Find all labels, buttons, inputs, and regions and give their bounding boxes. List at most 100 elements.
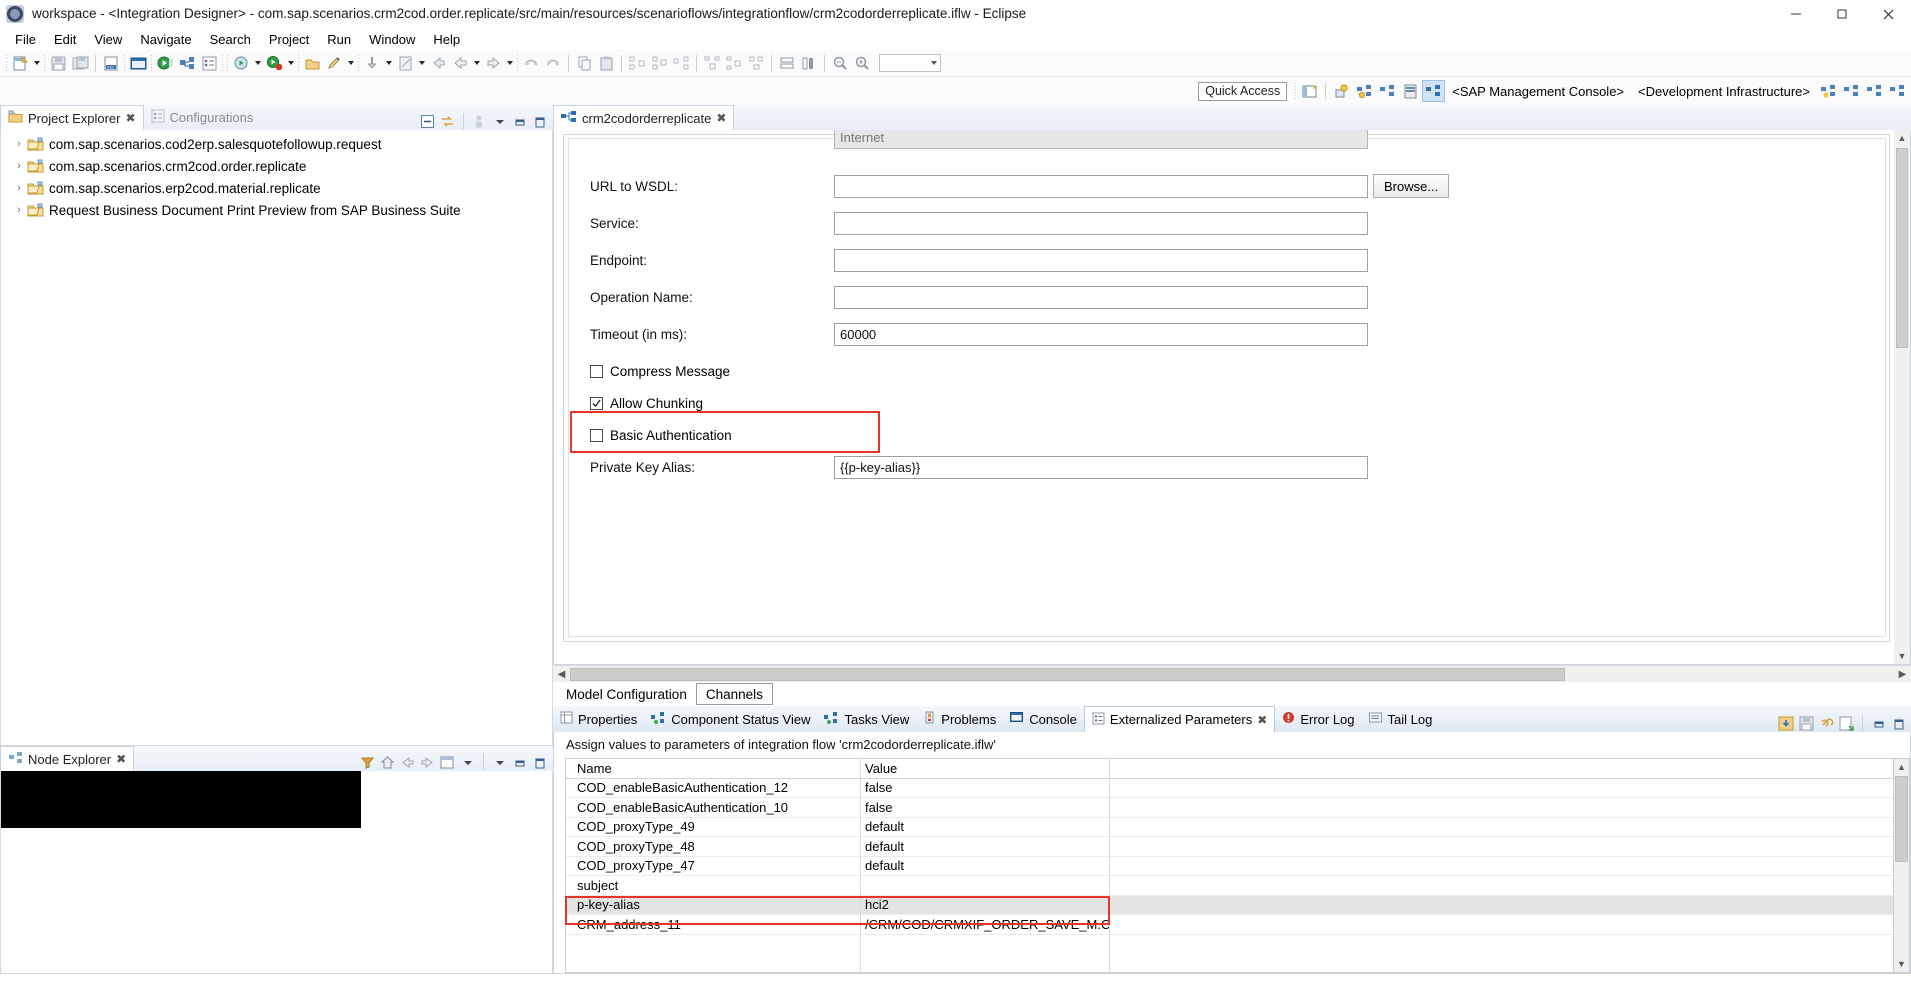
chevron-down-icon[interactable] xyxy=(459,754,476,771)
maximize-view-icon[interactable] xyxy=(1890,715,1907,732)
tab-project-explorer[interactable]: Project Explorer ✖ xyxy=(0,105,144,130)
expand-arrow-icon[interactable]: › xyxy=(11,138,27,150)
tree-item[interactable]: › com.sap.scenarios.crm2cod.order.replic… xyxy=(1,155,552,177)
forward-icon[interactable] xyxy=(419,754,436,771)
distribute-vertical-icon[interactable] xyxy=(723,52,745,74)
scroll-left-arrow-icon[interactable]: ◀ xyxy=(553,666,570,683)
form-horizontal-scrollbar[interactable]: ◀ ▶ xyxy=(553,665,1911,682)
service-input[interactable] xyxy=(834,211,1368,235)
scroll-right-arrow-icon[interactable]: ▶ xyxy=(1894,666,1911,683)
undo-icon[interactable] xyxy=(520,52,542,74)
menu-navigate[interactable]: Navigate xyxy=(131,30,200,49)
table-row[interactable]: subject xyxy=(566,876,1893,896)
parameters-table[interactable]: Name Value COD_enableBasicAuthentication… xyxy=(565,758,1893,973)
deploy-icon[interactable] xyxy=(154,52,176,74)
perspective-label-development-infrastructure[interactable]: <Development Infrastructure> xyxy=(1631,84,1817,99)
param-value[interactable]: default xyxy=(861,858,1110,873)
scroll-up-arrow-icon[interactable]: ▲ xyxy=(1894,759,1910,775)
home-icon[interactable] xyxy=(379,754,396,771)
forward-arrow-icon[interactable] xyxy=(482,52,504,74)
console-open-icon[interactable] xyxy=(127,52,149,74)
export-parameters-icon[interactable] xyxy=(1838,715,1855,732)
prev-annotation-arrow[interactable] xyxy=(416,52,427,74)
horizontal-scroll-thumb[interactable] xyxy=(570,667,1565,681)
close-icon[interactable]: ✖ xyxy=(716,111,726,125)
link-parameters-icon[interactable] xyxy=(1818,715,1835,732)
menu-file[interactable]: File xyxy=(6,30,45,49)
new-dropdown-arrow[interactable] xyxy=(31,52,42,74)
perspective-extra-3-icon[interactable] xyxy=(1863,80,1886,102)
column-separator[interactable] xyxy=(1109,758,1110,973)
tab-model-configuration[interactable]: Model Configuration xyxy=(557,683,696,705)
tab-component-status-view[interactable]: Component Status View xyxy=(644,706,817,732)
expand-arrow-icon[interactable]: › xyxy=(11,204,27,216)
zoom-out-icon[interactable] xyxy=(829,52,851,74)
allow-chunking-row[interactable]: Allow Chunking xyxy=(554,390,1894,416)
minimize-button[interactable] xyxy=(1773,0,1819,28)
tab-configurations[interactable]: Configurations xyxy=(144,105,261,130)
perspective-label-sap-management-console[interactable]: <SAP Management Console> xyxy=(1445,84,1631,99)
run-dropdown-arrow[interactable] xyxy=(285,52,296,74)
operation-name-input[interactable] xyxy=(834,285,1368,309)
allow-chunking-checkbox[interactable] xyxy=(590,396,603,410)
table-row[interactable]: COD_enableBasicAuthentication_12 false xyxy=(566,779,1893,798)
menu-view[interactable]: View xyxy=(85,30,131,49)
back-history-icon[interactable] xyxy=(427,52,449,74)
column-header-name[interactable]: Name xyxy=(566,761,861,776)
quick-access-input[interactable]: Quick Access xyxy=(1198,81,1288,101)
table-row[interactable]: COD_enableBasicAuthentication_10 false xyxy=(566,798,1893,818)
param-value[interactable]: default xyxy=(861,839,1110,854)
form-vertical-scrollbar[interactable]: ▲ ▼ xyxy=(1894,130,1910,664)
scroll-down-arrow-icon[interactable]: ▼ xyxy=(1894,648,1910,664)
table-row[interactable]: COD_proxyType_48 default xyxy=(566,837,1893,857)
tab-tasks-view[interactable]: Tasks View xyxy=(817,706,916,732)
layout-columns-icon[interactable] xyxy=(798,52,820,74)
tab-node-explorer[interactable]: Node Explorer ✖ xyxy=(0,746,135,771)
back-arrow-icon[interactable] xyxy=(449,52,471,74)
align-left-icon[interactable] xyxy=(626,52,648,74)
pen-dropdown-arrow[interactable] xyxy=(345,52,356,74)
compress-message-row[interactable]: Compress Message xyxy=(554,358,1894,384)
close-icon[interactable]: ✖ xyxy=(1257,713,1267,727)
table-scroll-thumb[interactable] xyxy=(1895,776,1908,862)
refresh-flow-icon[interactable] xyxy=(176,52,198,74)
distribute-horizontal-icon[interactable] xyxy=(701,52,723,74)
url-to-wsdl-input[interactable] xyxy=(834,174,1368,198)
menu-run[interactable]: Run xyxy=(318,30,360,49)
compress-message-checkbox[interactable] xyxy=(590,364,603,378)
open-folder-icon[interactable] xyxy=(301,52,323,74)
view-menu-extra-icon[interactable] xyxy=(471,113,488,130)
debug-icon[interactable] xyxy=(230,52,252,74)
maximize-view-icon[interactable] xyxy=(531,754,548,771)
perspective-integration-1-icon[interactable] xyxy=(1353,80,1376,102)
copy-icon[interactable] xyxy=(573,52,595,74)
menu-edit[interactable]: Edit xyxy=(45,30,85,49)
paste-icon[interactable] xyxy=(595,52,617,74)
save-parameters-icon[interactable] xyxy=(1798,715,1815,732)
timeout-input[interactable]: 60000 xyxy=(834,322,1368,346)
debug-dropdown-arrow[interactable] xyxy=(252,52,263,74)
menu-search[interactable]: Search xyxy=(201,30,260,49)
expand-arrow-icon[interactable]: › xyxy=(11,160,27,172)
close-button[interactable] xyxy=(1865,0,1911,28)
close-icon[interactable]: ✖ xyxy=(116,752,126,766)
table-row[interactable]: CRM_address_11 /CRM/COD/CRMXIF_ORDER_SAV… xyxy=(566,915,1893,935)
proxy-type-combo[interactable]: Internet xyxy=(834,130,1368,149)
column-separator[interactable] xyxy=(860,758,861,973)
tab-problems[interactable]: Problems xyxy=(916,706,1003,732)
scroll-down-arrow-icon[interactable]: ▼ xyxy=(1894,956,1910,972)
properties-list-icon[interactable] xyxy=(198,52,220,74)
table-row[interactable]: p-key-alias hci2 xyxy=(566,895,1893,915)
zoom-in-icon[interactable] xyxy=(851,52,873,74)
view-menu-icon[interactable] xyxy=(491,754,508,771)
collapse-all-icon[interactable] xyxy=(419,113,436,130)
param-value[interactable]: false xyxy=(861,800,1110,815)
menu-project[interactable]: Project xyxy=(260,30,318,49)
back-icon[interactable] xyxy=(399,754,416,771)
maximize-view-icon[interactable] xyxy=(531,113,548,130)
link-with-editor-icon[interactable] xyxy=(439,113,456,130)
param-value[interactable]: default xyxy=(861,819,1110,834)
match-size-icon[interactable] xyxy=(745,52,767,74)
node-explorer-body[interactable] xyxy=(0,771,553,974)
perspective-integration-2-icon[interactable] xyxy=(1376,80,1399,102)
